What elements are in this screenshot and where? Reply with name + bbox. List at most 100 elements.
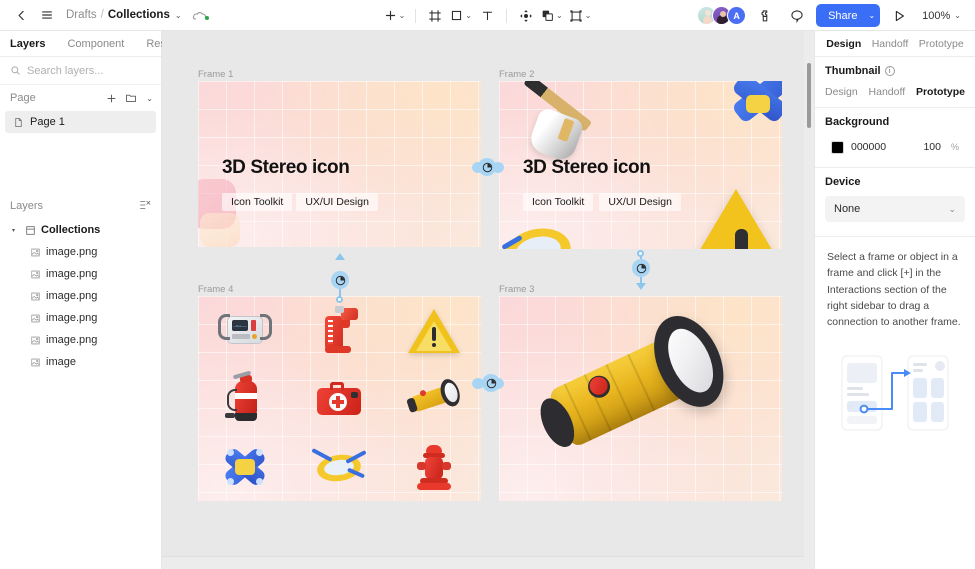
- chevron-down-icon[interactable]: ⌄: [954, 11, 961, 20]
- chevron-down-icon[interactable]: ⌄: [868, 11, 875, 20]
- breadcrumb[interactable]: Drafts / Collections ⌄: [66, 9, 182, 21]
- breadcrumb-parent[interactable]: Drafts: [66, 9, 97, 21]
- chevron-right-icon[interactable]: ▾: [12, 227, 20, 234]
- tab-handoff[interactable]: Handoff: [872, 38, 909, 50]
- prototype-pin-frame3-left[interactable]: [482, 374, 500, 392]
- sub-tab-prototype[interactable]: Prototype: [916, 86, 965, 98]
- right-sidebar-tabs: Design Handoff Prototype: [815, 31, 975, 57]
- cloud-saved-icon: [192, 10, 209, 21]
- background-color-row[interactable]: 000000 100 %: [825, 136, 965, 158]
- comment-icon[interactable]: [784, 4, 810, 28]
- shape-tool[interactable]: ⌄: [448, 4, 474, 28]
- thumbnail-title: Thumbnail: [825, 65, 881, 77]
- layer-options-icon[interactable]: [139, 199, 151, 214]
- page-section-title: Page: [10, 92, 36, 104]
- prototype-pin-frame4-up[interactable]: [331, 271, 349, 289]
- warning-triangle-icon: [672, 189, 782, 249]
- chevron-down-icon[interactable]: ⌄: [146, 94, 153, 103]
- image-icon: [30, 269, 41, 280]
- color-opacity-value[interactable]: 100: [923, 141, 941, 153]
- layer-item-collections[interactable]: ▾ Collections: [4, 219, 157, 241]
- sub-tab-design[interactable]: Design: [825, 86, 858, 98]
- layers-section-header: Layers: [0, 193, 161, 219]
- plus-icon[interactable]: [106, 93, 117, 104]
- breadcrumb-current[interactable]: Collections: [108, 9, 170, 21]
- layer-item-image[interactable]: image.png: [4, 263, 157, 285]
- tab-prototype[interactable]: Prototype: [919, 38, 964, 50]
- tab-design[interactable]: Design: [826, 38, 861, 50]
- top-toolbar: Drafts / Collections ⌄ ⌄ ⌄ ⌄ ⌄ A Share ⌄…: [0, 0, 975, 31]
- device-select[interactable]: None ⌄: [825, 196, 965, 222]
- move-tool[interactable]: [515, 4, 537, 28]
- layer-label: image.png: [46, 246, 98, 258]
- icon-defibrillator: [198, 296, 292, 364]
- connector-arrow-down: [636, 283, 646, 290]
- folder-icon[interactable]: [125, 92, 137, 104]
- search-layers-field[interactable]: [0, 57, 161, 85]
- panel-divider: [815, 236, 975, 237]
- back-button[interactable]: [8, 3, 34, 27]
- prototype-pin-frame1-right[interactable]: [478, 158, 496, 176]
- chevron-down-icon[interactable]: ⌄: [948, 204, 956, 215]
- layer-label: image.png: [46, 268, 98, 280]
- layer-item-image[interactable]: image.png: [4, 329, 157, 351]
- layer-item-image[interactable]: image.png: [4, 241, 157, 263]
- slice-tool[interactable]: ⌄: [567, 4, 594, 28]
- prototype-pin-frame2-down[interactable]: [632, 259, 650, 277]
- canvas-vertical-scrollbar[interactable]: [804, 31, 814, 569]
- frame-1[interactable]: 3D Stereo icon Icon Toolkit UX/UI Design: [198, 81, 481, 247]
- frame-label-1[interactable]: Frame 1: [198, 69, 233, 80]
- zoom-level-control[interactable]: 100% ⌄: [918, 10, 965, 22]
- play-present-icon[interactable]: [886, 4, 912, 28]
- color-hex-value[interactable]: 000000: [851, 141, 886, 153]
- scrollbar-thumb[interactable]: [807, 63, 811, 128]
- chevron-down-icon[interactable]: ⌄: [465, 11, 472, 20]
- color-swatch[interactable]: [831, 140, 844, 154]
- component-tool[interactable]: ⌄: [539, 4, 565, 28]
- frame-label-2[interactable]: Frame 2: [499, 69, 534, 80]
- info-icon[interactable]: i: [884, 66, 895, 76]
- sub-tab-handoff[interactable]: Handoff: [869, 86, 906, 98]
- canvas-horizontal-scrollbar[interactable]: [162, 556, 814, 569]
- text-tool[interactable]: [476, 4, 498, 28]
- search-input[interactable]: [27, 64, 137, 77]
- device-title: Device: [825, 176, 861, 188]
- sidebar-item-page-1[interactable]: Page 1: [5, 111, 156, 133]
- background-section: Background: [815, 108, 975, 128]
- hamburger-menu-icon[interactable]: [34, 3, 60, 27]
- search-icon: [10, 65, 21, 76]
- bandage-pad-icon: [746, 95, 770, 113]
- chevron-down-icon[interactable]: ⌄: [585, 11, 592, 20]
- image-icon: [30, 357, 41, 368]
- chevron-down-icon[interactable]: ⌄: [399, 11, 406, 20]
- toolbar-left-group: Drafts / Collections ⌄: [0, 3, 209, 27]
- plugin-icon[interactable]: [752, 4, 778, 28]
- layer-item-image[interactable]: image: [4, 351, 157, 373]
- layer-item-image[interactable]: image.png: [4, 307, 157, 329]
- page-section-header: Page ⌄: [0, 85, 161, 111]
- image-icon: [30, 291, 41, 302]
- frame-label-4[interactable]: Frame 4: [198, 284, 233, 295]
- avatar[interactable]: A: [727, 6, 747, 25]
- frame-3[interactable]: [499, 296, 782, 501]
- chevron-down-icon[interactable]: ⌄: [175, 11, 182, 20]
- left-sidebar-tabs: Layers Component Resource: [0, 31, 193, 57]
- layer-item-image[interactable]: image.png: [4, 285, 157, 307]
- icon-warning-triangle: [387, 296, 481, 364]
- tab-layers[interactable]: Layers: [10, 38, 45, 50]
- frame-tool[interactable]: [424, 4, 446, 28]
- layer-label: Collections: [41, 224, 101, 236]
- percent-symbol: %: [950, 142, 959, 152]
- tag: Icon Toolkit: [222, 193, 293, 211]
- connector-nub-frame2-bottom[interactable]: [637, 250, 644, 257]
- tab-component[interactable]: Component: [67, 38, 124, 50]
- frame-label-3[interactable]: Frame 3: [499, 284, 534, 295]
- add-tool[interactable]: ⌄: [382, 4, 408, 28]
- frame-2[interactable]: 3D Stereo icon Icon Toolkit UX/UI Design: [499, 81, 782, 249]
- canvas-area[interactable]: Frame 1 3D Stereo icon Icon Toolkit UX/U…: [162, 31, 814, 569]
- connector-nub-frame4-top[interactable]: [336, 296, 343, 303]
- frame-4[interactable]: [198, 296, 481, 501]
- share-button[interactable]: Share ⌄: [816, 4, 881, 27]
- frame-1-title: 3D Stereo icon: [222, 157, 350, 178]
- chevron-down-icon[interactable]: ⌄: [556, 11, 563, 20]
